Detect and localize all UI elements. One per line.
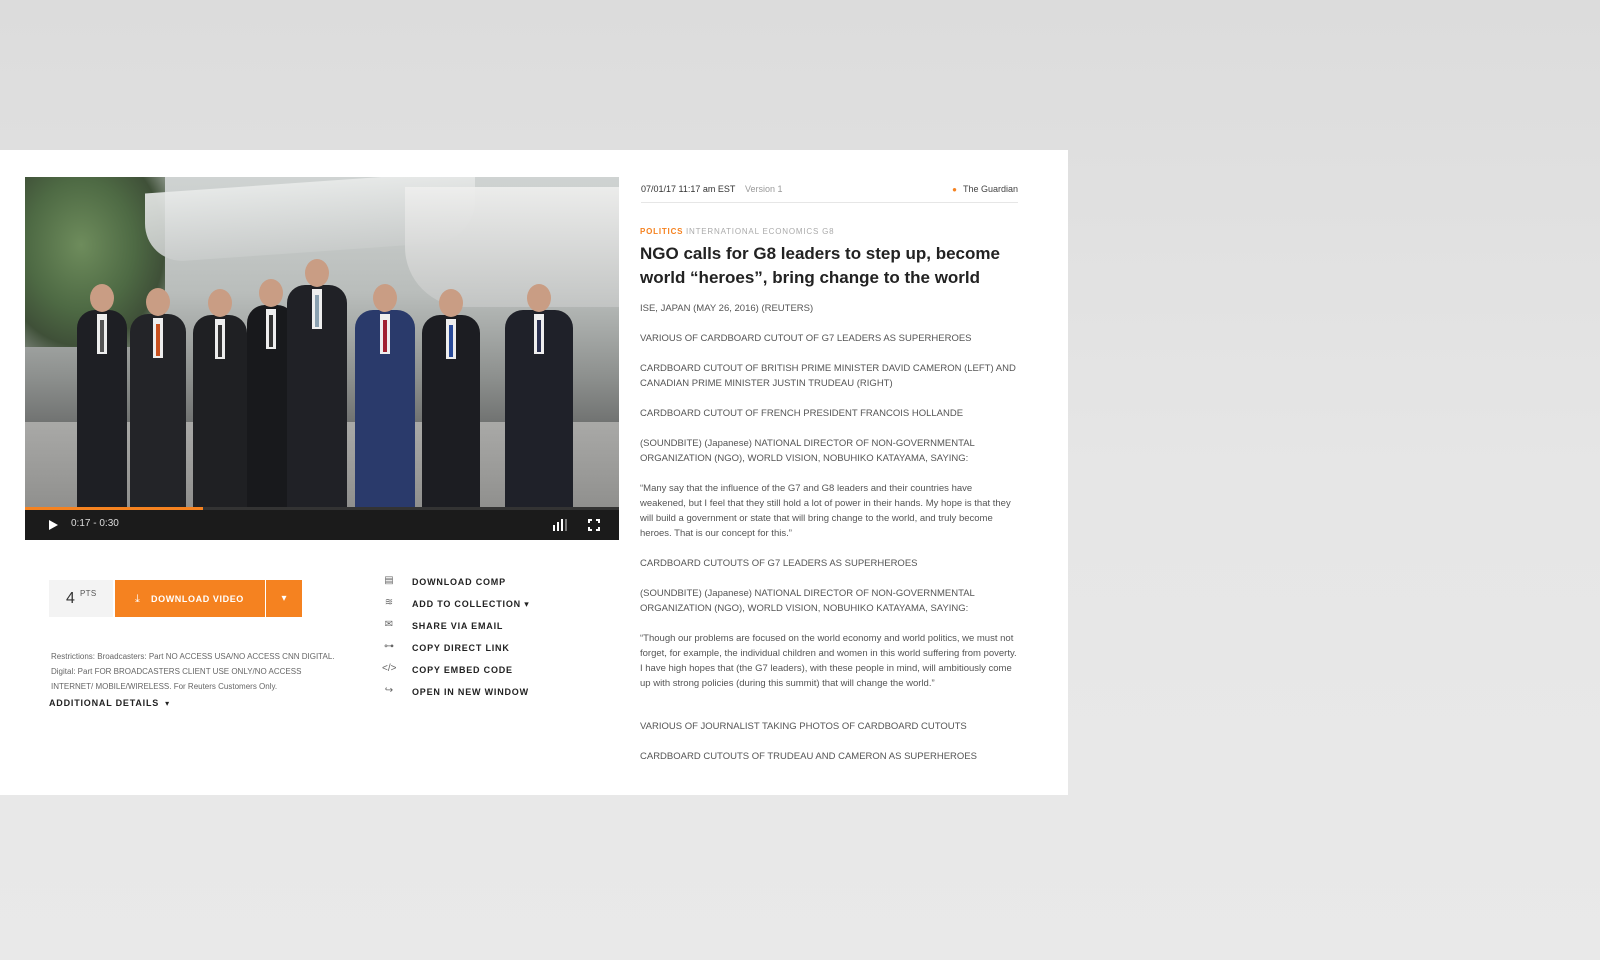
chevron-down-icon: ▾ xyxy=(165,699,170,708)
paragraph: CARDBOARD CUTOUT OF BRITISH PRIME MINIST… xyxy=(640,363,1016,389)
restrictions-text: Restrictions: Broadcasters: Part NO ACCE… xyxy=(51,652,335,691)
paragraph: (SOUNDBITE) (Japanese) NATIONAL DIRECTOR… xyxy=(640,588,975,614)
share-arrow-icon: ↪ xyxy=(384,685,394,696)
content-panel: 0:17 - 0:30 4 PTS ⤓ DOWNLOAD VIDEO ▾ Res… xyxy=(0,150,1068,795)
topic-tags[interactable]: INTERNATIONAL ECONOMICS G8 xyxy=(686,227,834,236)
action-label: ADD TO COLLECTION ▾ xyxy=(412,599,530,609)
mail-icon: ✉ xyxy=(384,619,394,630)
link-icon: ⊶ xyxy=(384,641,394,652)
paragraph: CARDBOARD CUTOUTS OF G7 LEADERS AS SUPER… xyxy=(640,558,918,569)
film-icon: ▤ xyxy=(384,575,394,586)
download-video-label: DOWNLOAD VIDEO xyxy=(151,594,244,604)
additional-details-label: ADDITIONAL DETAILS xyxy=(49,698,160,708)
fullscreen-icon[interactable] xyxy=(587,518,601,534)
chevron-down-icon: ▾ xyxy=(281,593,287,604)
video-controls: 0:17 - 0:30 xyxy=(25,510,619,540)
time-display: 0:17 - 0:30 xyxy=(71,518,119,529)
video-frame-image xyxy=(25,177,619,510)
paragraph: “Though our problems are focused on the … xyxy=(640,633,1017,689)
action-label: DOWNLOAD COMP xyxy=(412,577,506,587)
paragraph: “Many say that the influence of the G7 a… xyxy=(640,483,1011,539)
download-options-dropdown[interactable]: ▾ xyxy=(266,580,302,617)
action-label: OPEN IN NEW WINDOW xyxy=(412,687,529,697)
paragraph: VARIOUS OF JOURNALIST TAKING PHOTOS OF C… xyxy=(640,721,967,732)
layers-icon: ≋ xyxy=(384,597,394,608)
paragraph: (SOUNDBITE) (Japanese) NATIONAL DIRECTOR… xyxy=(640,438,975,464)
points-value: 4 xyxy=(66,590,75,607)
source-label: ● The Guardian xyxy=(952,184,1018,194)
source-dot-icon: ● xyxy=(952,185,957,194)
article-headline: NGO calls for G8 leaders to step up, bec… xyxy=(640,244,1000,287)
paragraph: CARDBOARD CUTOUTS OF TRUDEAU AND CAMERON… xyxy=(640,751,977,762)
timestamp: 07/01/17 11:17 am EST xyxy=(641,184,736,194)
action-label: COPY EMBED CODE xyxy=(412,665,513,675)
paragraph: ISE, JAPAN (MAY 26, 2016) (REUTERS) xyxy=(640,303,814,314)
points-label: PTS xyxy=(80,589,97,598)
code-icon: </> xyxy=(382,663,397,674)
divider xyxy=(641,202,1018,203)
paragraph: CARDBOARD CUTOUT OF FRENCH PRESIDENT FRA… xyxy=(640,408,964,419)
play-icon[interactable] xyxy=(49,520,58,530)
points-badge: 4 PTS xyxy=(49,580,113,617)
volume-icon[interactable] xyxy=(553,519,571,531)
action-label: COPY DIRECT LINK xyxy=(412,643,510,653)
download-video-button[interactable]: ⤓ DOWNLOAD VIDEO xyxy=(115,580,265,617)
action-label: SHARE VIA EMAIL xyxy=(412,621,504,631)
version-label: Version 1 xyxy=(745,184,783,194)
chevron-down-icon: ▾ xyxy=(524,599,530,609)
video-player[interactable]: 0:17 - 0:30 xyxy=(25,177,619,540)
paragraph: VARIOUS OF CARDBOARD CUTOUT OF G7 LEADER… xyxy=(640,333,972,344)
category-tag[interactable]: POLITICS xyxy=(640,227,683,236)
additional-details-toggle[interactable]: ADDITIONAL DETAILS ▾ xyxy=(49,698,170,708)
download-icon: ⤓ xyxy=(135,593,140,605)
